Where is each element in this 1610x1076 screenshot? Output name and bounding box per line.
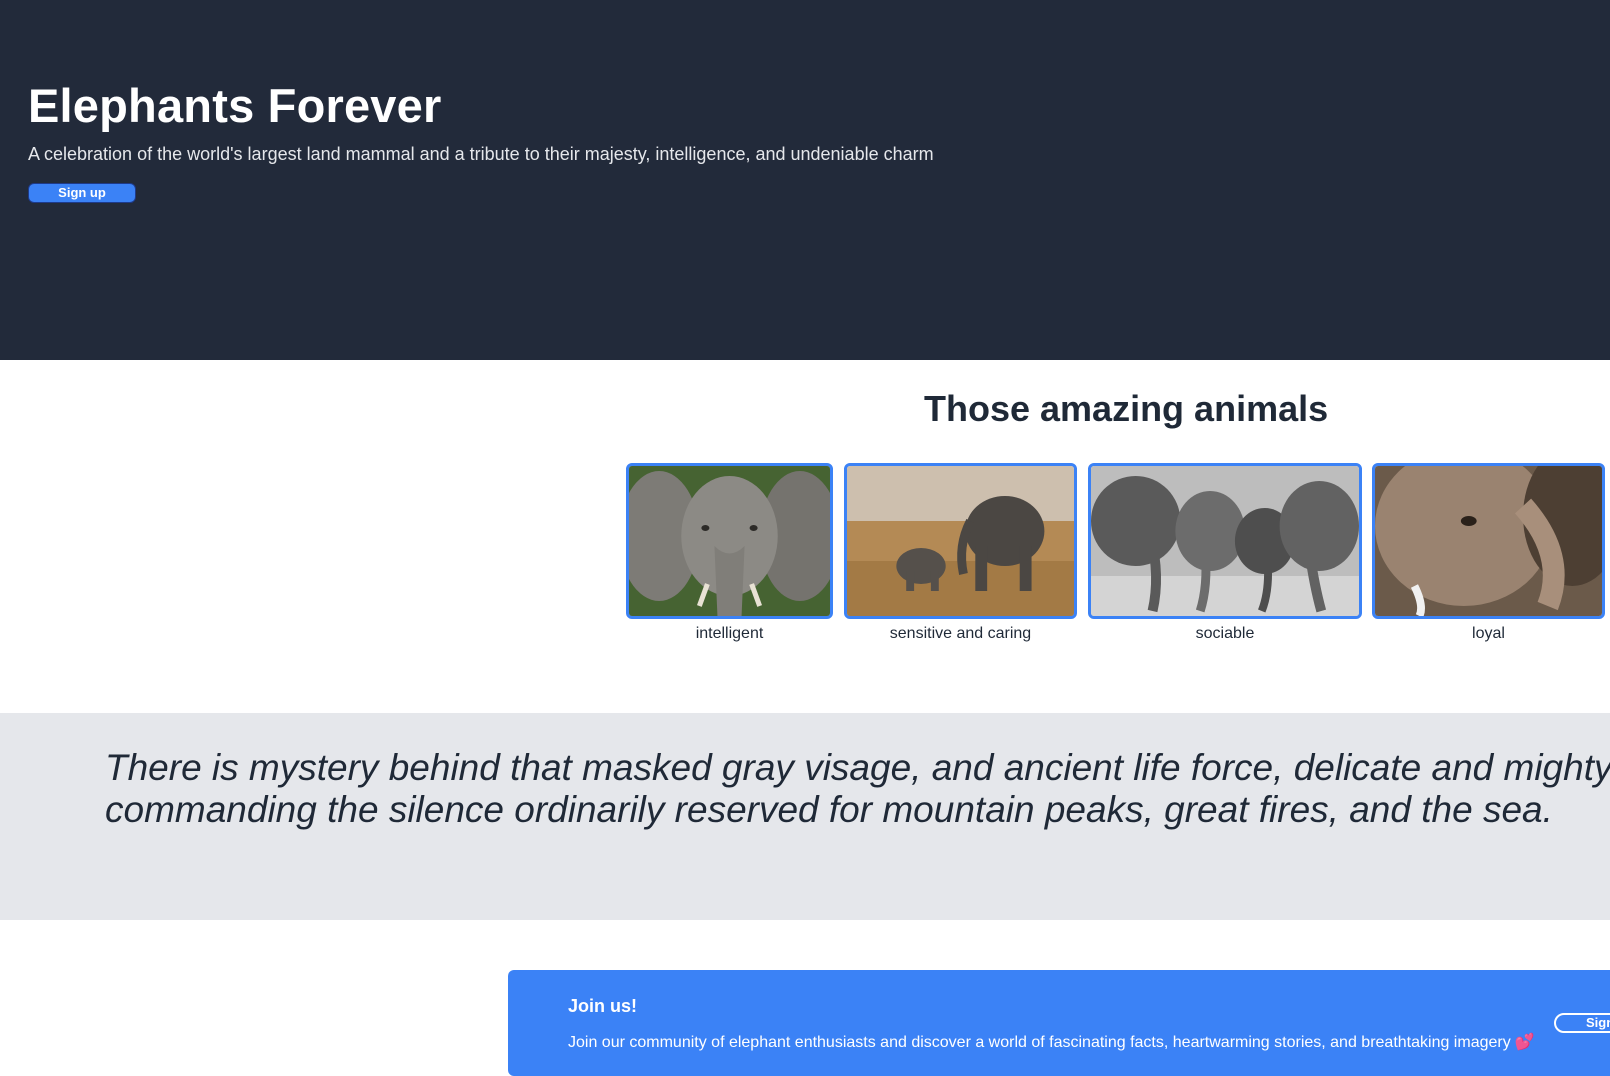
elephant-mother-calf-image[interactable] <box>844 463 1077 619</box>
quote-section: There is mystery behind that masked gray… <box>0 713 1610 920</box>
hero-subtitle: A celebration of the world's largest lan… <box>28 144 934 164</box>
gallery-caption: loyal <box>1472 625 1505 642</box>
join-text: Join our community of elephant enthusias… <box>568 1034 1511 1051</box>
gallery-card-loyal[interactable]: loyal <box>1372 463 1605 643</box>
quote-text: There is mystery behind that masked gray… <box>105 747 1610 831</box>
join-card: Join us! Join our community of elephant … <box>508 970 1610 1076</box>
hearts-icon: 💕 <box>1514 1034 1535 1051</box>
join-description: Join our community of elephant enthusias… <box>568 1032 1535 1052</box>
elephant-closeup-image[interactable] <box>1372 463 1605 619</box>
elephant-herd-image[interactable] <box>1088 463 1362 619</box>
gallery-caption: sociable <box>1195 625 1255 642</box>
elephant-face-image[interactable] <box>626 463 833 619</box>
gallery-caption: sensitive and caring <box>889 625 1032 642</box>
gallery-title: Those amazing animals <box>924 388 1329 429</box>
gallery-caption: intelligent <box>695 625 764 642</box>
quote-line-2: commanding the silence ordinarily reserv… <box>105 789 1553 830</box>
join-title: Join us! <box>568 996 638 1016</box>
quote-line-1: There is mystery behind that masked gray… <box>105 747 1610 788</box>
signup-button[interactable]: Sign up <box>28 183 136 203</box>
join-signup-button[interactable]: Sign up <box>1554 1013 1610 1033</box>
gallery-card-sensitive[interactable]: sensitive and caring <box>844 463 1077 643</box>
hero-banner: Elephants Forever A celebration of the w… <box>0 0 1610 360</box>
gallery-card-intelligent[interactable]: intelligent <box>626 463 833 643</box>
gallery-card-sociable[interactable]: sociable <box>1088 463 1362 643</box>
page-title: Elephants Forever <box>28 79 442 132</box>
